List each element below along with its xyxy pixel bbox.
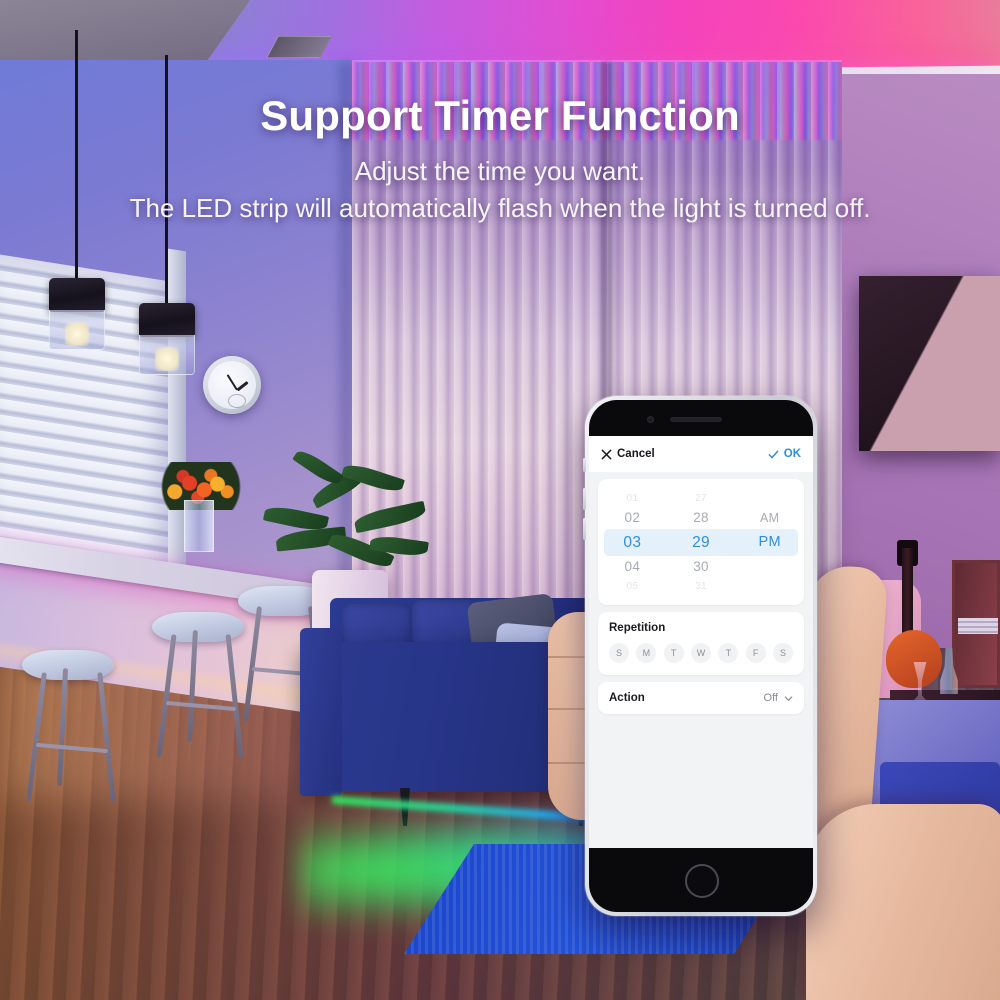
app-content: 01 02 03 04 05 27 28 29 30 31 AM PM Repe…: [589, 472, 813, 714]
minute-option[interactable]: 30: [667, 556, 736, 578]
flower-vase: [184, 500, 214, 552]
repetition-title: Repetition: [609, 622, 666, 634]
cancel-button-label: Cancel: [617, 448, 655, 460]
acoustic-guitar-body: [886, 630, 942, 688]
volume-up-button[interactable]: [583, 488, 586, 510]
clock-hour-hand: [235, 381, 248, 391]
volume-down-button[interactable]: [583, 518, 586, 540]
painting-inner: [859, 276, 1000, 451]
app-header-bar: Cancel OK: [589, 436, 813, 472]
hour-option[interactable]: 02: [598, 507, 667, 529]
ok-button-label: OK: [783, 448, 801, 460]
day-toggle-tuesday[interactable]: T: [663, 643, 684, 663]
wall-art-painting: [859, 276, 1000, 451]
check-icon: [768, 450, 779, 458]
potted-plant-leaves: [258, 446, 438, 588]
hour-option[interactable]: 01: [598, 490, 667, 507]
period-option-selected[interactable]: PM: [735, 529, 804, 556]
minute-option-selected[interactable]: 29: [667, 529, 736, 556]
phone-bezel: Cancel OK 01 02 03 04 05 27 28 29 30 31 …: [589, 400, 813, 912]
cancel-button[interactable]: Cancel: [601, 448, 655, 460]
minute-column[interactable]: 27 28 29 30 31: [667, 490, 736, 595]
hour-option[interactable]: 05: [598, 578, 667, 595]
mute-switch[interactable]: [583, 458, 586, 472]
ok-button[interactable]: OK: [768, 448, 801, 460]
pendant-bulb: [65, 322, 89, 346]
chevron-down-icon: [784, 695, 793, 701]
wall-clock: [203, 356, 261, 414]
repetition-card: Repetition S M T W T F S: [598, 612, 804, 675]
clock-minute-hand: [226, 374, 238, 391]
minute-option[interactable]: 27: [667, 490, 736, 507]
time-picker[interactable]: 01 02 03 04 05 27 28 29 30 31 AM PM: [598, 479, 804, 605]
guitar-neck: [902, 548, 913, 640]
phone-screen: Cancel OK 01 02 03 04 05 27 28 29 30 31 …: [589, 436, 813, 848]
hour-option[interactable]: 04: [598, 556, 667, 578]
minute-option[interactable]: 31: [667, 578, 736, 595]
day-toggle-wednesday[interactable]: W: [690, 643, 711, 663]
pendant-lamp-shade: [49, 278, 105, 350]
page-title: Support Timer Function: [260, 92, 740, 139]
books-stack: [958, 618, 998, 634]
hour-option-selected[interactable]: 03: [598, 529, 667, 556]
minute-option[interactable]: 28: [667, 507, 736, 529]
pendant-lamp-shade: [139, 303, 195, 375]
day-toggle-saturday[interactable]: S: [772, 643, 793, 663]
close-icon: [601, 449, 612, 459]
sofa-armrest: [300, 628, 342, 796]
action-row[interactable]: Action Off: [598, 682, 804, 714]
hour-column[interactable]: 01 02 03 04 05: [598, 490, 667, 595]
time-picker-card: 01 02 03 04 05 27 28 29 30 31 AM PM: [598, 479, 804, 605]
clock-face: [208, 361, 256, 409]
action-value-group[interactable]: Off: [764, 692, 793, 704]
repetition-day-selector: S M T W T F S: [609, 643, 793, 663]
action-label: Action: [609, 692, 645, 704]
front-camera-icon: [647, 416, 654, 423]
earpiece-speaker: [670, 417, 722, 422]
subtitle-line-1: Adjust the time you want.: [354, 156, 646, 186]
banner-text-block: Support Timer Function Adjust the time y…: [0, 92, 1000, 224]
pendant-bulb: [155, 347, 179, 371]
day-toggle-thursday[interactable]: T: [718, 643, 739, 663]
subtitle-line-2: The LED strip will automatically flash w…: [129, 193, 871, 223]
day-toggle-monday[interactable]: M: [636, 643, 657, 663]
smartphone-device: Cancel OK 01 02 03 04 05 27 28 29 30 31 …: [583, 396, 817, 916]
day-toggle-friday[interactable]: F: [745, 643, 766, 663]
home-button[interactable]: [685, 864, 719, 898]
palm: [806, 804, 1000, 1000]
clock-subdial: [228, 394, 246, 408]
period-column[interactable]: AM PM: [735, 490, 804, 595]
period-option-am[interactable]: AM: [735, 507, 804, 529]
day-toggle-sunday[interactable]: S: [609, 643, 629, 663]
action-value: Off: [763, 692, 778, 704]
